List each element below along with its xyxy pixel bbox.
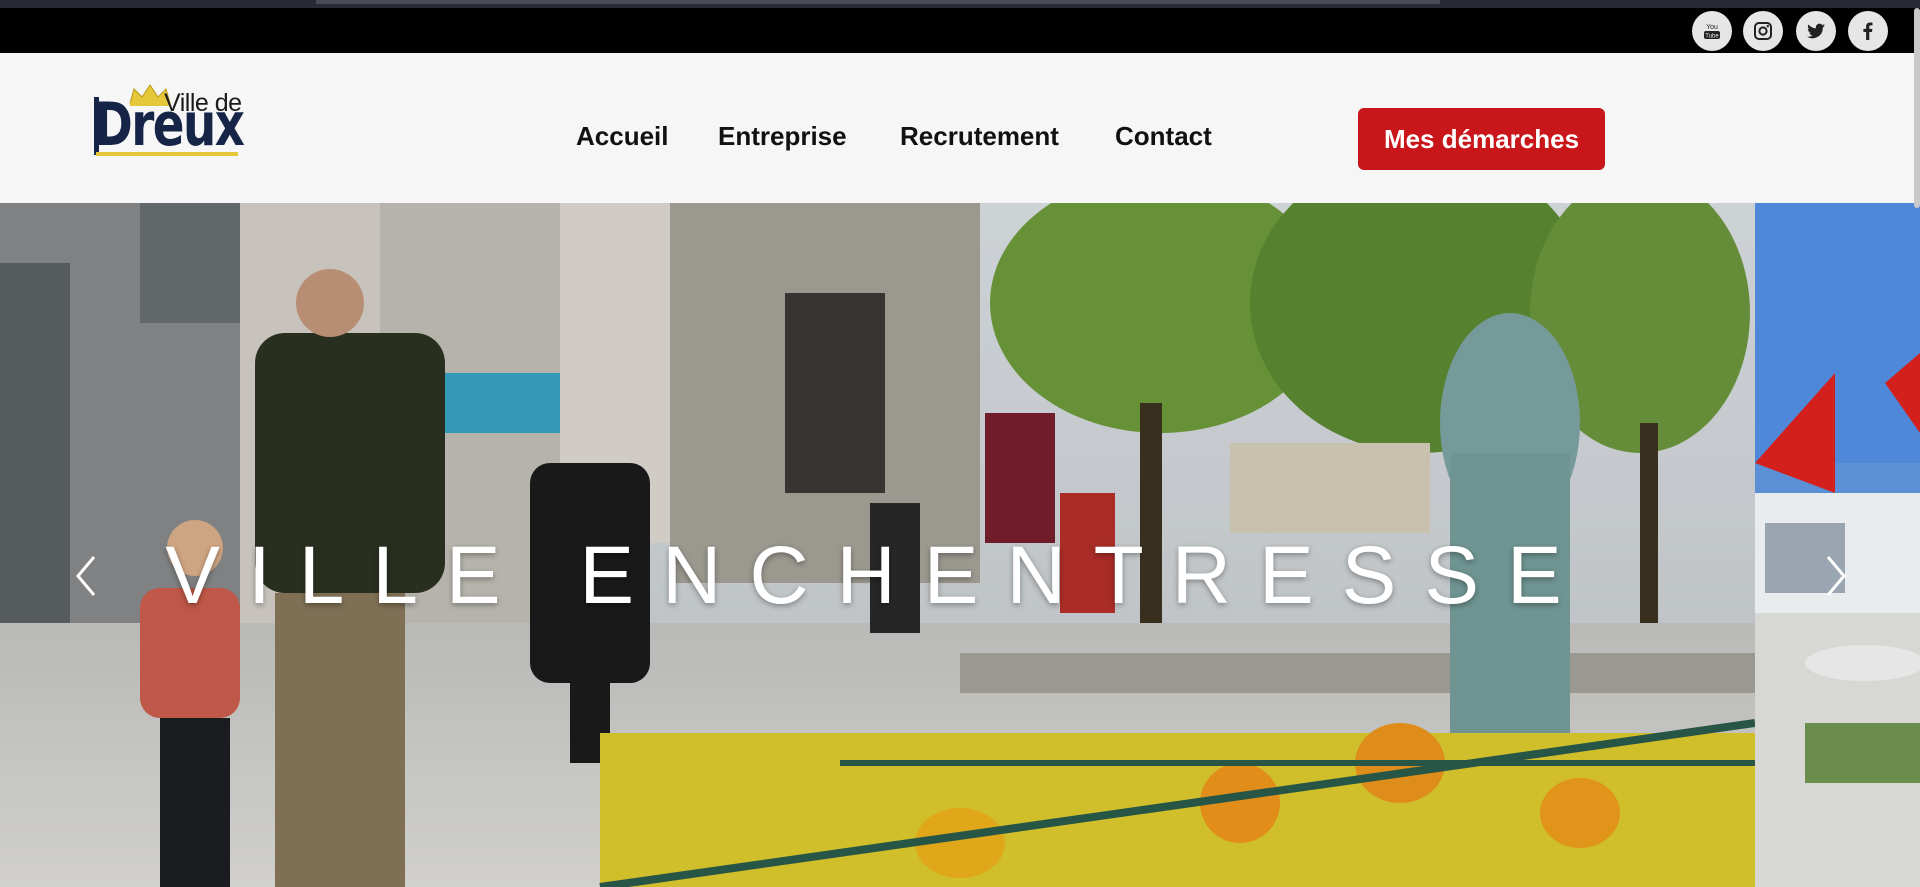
logo-big-text: Dreux xyxy=(94,90,245,160)
twitter-icon[interactable] xyxy=(1796,11,1836,51)
youtube-icon-label: You xyxy=(1706,24,1718,31)
social-bar: You Tube xyxy=(0,8,1920,53)
instagram-icon[interactable] xyxy=(1743,11,1783,51)
hero-title: VILLE ENCHENTRESSE xyxy=(165,530,1590,621)
chevron-right-icon[interactable] xyxy=(1820,551,1850,601)
site-header: Ville de Dreux Accueil Entreprise Recrut… xyxy=(0,53,1920,203)
nav-entreprise[interactable]: Entreprise xyxy=(718,121,847,152)
chevron-left-icon[interactable] xyxy=(72,551,102,601)
page-scrollbar[interactable] xyxy=(1914,8,1920,208)
youtube-icon[interactable]: You Tube xyxy=(1692,11,1732,51)
facebook-icon[interactable] xyxy=(1848,11,1888,51)
site-logo[interactable]: Ville de Dreux xyxy=(94,83,245,160)
browser-top-strip xyxy=(0,0,1920,8)
nav-contact[interactable]: Contact xyxy=(1115,121,1212,152)
mes-demarches-button[interactable]: Mes démarches xyxy=(1358,108,1605,170)
nav-recrutement[interactable]: Recrutement xyxy=(900,121,1059,152)
nav-accueil[interactable]: Accueil xyxy=(576,121,669,152)
logo-underline xyxy=(96,152,238,156)
svg-text:Tube: Tube xyxy=(1705,34,1719,40)
hero-slider: VILLE ENCHENTRESSE xyxy=(0,203,1920,887)
next-slide-preview xyxy=(1755,203,1920,887)
